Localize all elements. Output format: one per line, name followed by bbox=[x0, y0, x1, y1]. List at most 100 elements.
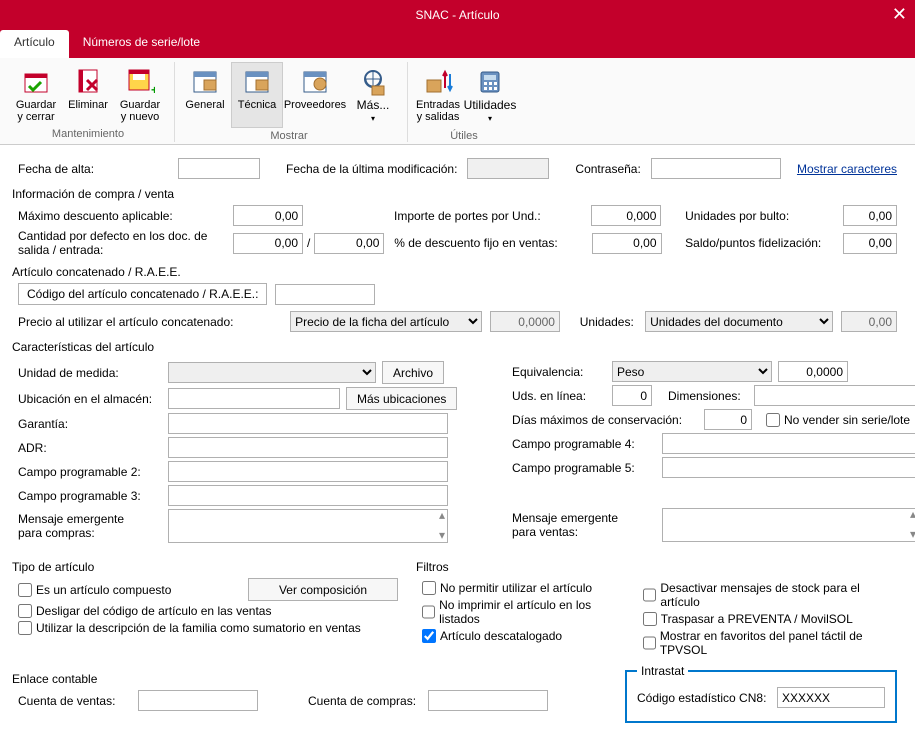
pct-desc-label: % de descuento fijo en ventas: bbox=[394, 236, 591, 250]
garantia-input[interactable] bbox=[168, 413, 448, 434]
importe-portes-input[interactable] bbox=[591, 205, 661, 226]
section-tipo-art: Tipo de artículo bbox=[12, 560, 398, 574]
mas-button[interactable]: Más...▾ bbox=[347, 62, 399, 128]
precio-concat-label: Precio al utilizar el artículo concatena… bbox=[18, 315, 290, 329]
cant-def-salida-input[interactable] bbox=[233, 233, 303, 254]
utilidades-button[interactable]: Utilidades▾ bbox=[464, 62, 516, 128]
no-imprimir-checkbox[interactable]: No imprimir el artículo en los listados bbox=[422, 598, 623, 626]
ubicacion-label: Ubicación en el almacén: bbox=[18, 392, 168, 406]
campo2-input[interactable] bbox=[168, 461, 448, 482]
intrastat-legend: Intrastat bbox=[637, 664, 688, 678]
campo2-label: Campo programable 2: bbox=[18, 465, 168, 479]
proveedores-button[interactable]: Proveedores bbox=[283, 62, 347, 128]
tecnica-icon bbox=[241, 65, 273, 97]
section-filtros: Filtros bbox=[416, 560, 897, 574]
compuesto-checkbox[interactable]: Es un artículo compuesto bbox=[18, 583, 171, 597]
fecha-mod-label: Fecha de la última modificación: bbox=[286, 162, 457, 176]
und-bulto-input[interactable] bbox=[843, 205, 897, 226]
cant-def-label: Cantidad por defecto en los doc. de sali… bbox=[18, 229, 233, 257]
save-new-icon: + bbox=[124, 65, 156, 97]
campo5-label: Campo programable 5: bbox=[512, 461, 662, 475]
campo5-input[interactable] bbox=[662, 457, 915, 478]
no-permitir-checkbox[interactable]: No permitir utilizar el artículo bbox=[422, 581, 592, 595]
cn8-label: Código estadístico CN8: bbox=[637, 691, 777, 705]
contrasena-input[interactable] bbox=[651, 158, 781, 179]
msg-ventas-input[interactable]: ▴▾ bbox=[662, 508, 915, 542]
equiv-num[interactable] bbox=[778, 361, 848, 382]
proveedores-icon bbox=[299, 65, 331, 97]
unidad-medida-label: Unidad de medida: bbox=[18, 366, 168, 380]
ribbon-group-utiles: Útiles bbox=[450, 130, 478, 142]
saldo-pts-input[interactable] bbox=[843, 233, 897, 254]
section-art-concat: Artículo concatenado / R.A.E.E. bbox=[12, 265, 897, 279]
save-new-button[interactable]: + Guardar y nuevo bbox=[114, 62, 166, 126]
archivo-button[interactable]: Archivo bbox=[382, 361, 444, 384]
window-title: SNAC - Artículo bbox=[0, 8, 915, 22]
max-desc-input[interactable] bbox=[233, 205, 303, 226]
ubicacion-input[interactable] bbox=[168, 388, 340, 409]
general-icon bbox=[189, 65, 221, 97]
cn8-input[interactable] bbox=[777, 687, 885, 708]
msg-compras-label: Mensaje emergente para compras: bbox=[18, 512, 168, 540]
garantia-label: Garantía: bbox=[18, 417, 168, 431]
contrasena-label: Contraseña: bbox=[575, 162, 640, 176]
campo3-input[interactable] bbox=[168, 485, 448, 506]
ver-composicion-button[interactable]: Ver composición bbox=[248, 578, 398, 601]
unidades-select[interactable]: Unidades del documento bbox=[645, 311, 833, 332]
scroll-arrows-icon[interactable]: ▴▾ bbox=[439, 511, 445, 539]
cod-concat-input[interactable] bbox=[275, 284, 375, 305]
adr-label: ADR: bbox=[18, 441, 168, 455]
intrastat-fieldset: Intrastat Código estadístico CN8: bbox=[625, 664, 897, 723]
entradas-button[interactable]: Entradas y salidas bbox=[412, 62, 464, 128]
und-bulto-label: Unidades por bulto: bbox=[685, 209, 843, 223]
svg-text:+: + bbox=[151, 83, 155, 96]
ribbon-group-mostrar: Mostrar bbox=[270, 130, 307, 142]
entradas-icon bbox=[422, 65, 454, 97]
fecha-alta-input[interactable] bbox=[178, 158, 260, 179]
saldo-pts-label: Saldo/puntos fidelización: bbox=[685, 236, 843, 250]
cod-concat-label: Código del artículo concatenado / R.A.E.… bbox=[18, 283, 267, 305]
delete-icon bbox=[72, 65, 104, 97]
precio-concat-select[interactable]: Precio de la ficha del artículo bbox=[290, 311, 482, 332]
fecha-mod-input bbox=[467, 158, 549, 179]
descatalogado-checkbox[interactable]: Artículo descatalogado bbox=[422, 629, 562, 643]
dias-max-label: Días máximos de conservación: bbox=[512, 413, 704, 427]
section-info-compra: Información de compra / venta bbox=[12, 187, 897, 201]
save-close-button[interactable]: Guardar y cerrar bbox=[10, 62, 62, 126]
close-icon[interactable]: ✕ bbox=[892, 4, 907, 25]
mas-ubicaciones-button[interactable]: Más ubicaciones bbox=[346, 387, 457, 410]
general-button[interactable]: General bbox=[179, 62, 231, 128]
mostrar-caracteres-link[interactable]: Mostrar caracteres bbox=[797, 162, 897, 176]
msg-compras-input[interactable]: ▴▾ bbox=[168, 509, 448, 543]
importe-portes-label: Importe de portes por Und.: bbox=[394, 209, 591, 223]
no-vender-checkbox[interactable]: No vender sin serie/lote bbox=[766, 413, 910, 427]
tecnica-button[interactable]: Técnica bbox=[231, 62, 283, 128]
section-caract: Características del artículo bbox=[12, 340, 897, 354]
tab-series[interactable]: Números de serie/lote bbox=[69, 30, 214, 58]
campo4-input[interactable] bbox=[662, 433, 915, 454]
campo3-label: Campo programable 3: bbox=[18, 489, 168, 503]
adr-input[interactable] bbox=[168, 437, 448, 458]
traspasar-checkbox[interactable]: Traspasar a PREVENTA / MovilSOL bbox=[643, 612, 853, 626]
pct-desc-input[interactable] bbox=[592, 233, 662, 254]
cant-def-entrada-input[interactable] bbox=[314, 233, 384, 254]
tab-articulo[interactable]: Artículo bbox=[0, 30, 69, 58]
unidades-label: Unidades: bbox=[580, 315, 645, 329]
dias-max-input[interactable] bbox=[704, 409, 752, 430]
desactivar-stock-checkbox[interactable]: Desactivar mensajes de stock para el art… bbox=[643, 581, 897, 609]
max-desc-label: Máximo descuento aplicable: bbox=[18, 209, 233, 223]
ribbon: Guardar y cerrar Eliminar + Guardar y nu… bbox=[0, 58, 915, 145]
equiv-select[interactable]: Peso bbox=[612, 361, 772, 382]
unidad-medida-select[interactable] bbox=[168, 362, 376, 383]
usar-desc-checkbox[interactable]: Utilizar la descripción de la familia co… bbox=[18, 621, 361, 635]
uds-linea-label: Uds. en línea: bbox=[512, 389, 612, 403]
unidades-num bbox=[841, 311, 897, 332]
scroll-arrows-icon[interactable]: ▴▾ bbox=[910, 510, 915, 538]
save-close-icon bbox=[20, 65, 52, 97]
favoritos-checkbox[interactable]: Mostrar en favoritos del panel táctil de… bbox=[643, 629, 897, 657]
uds-linea-input[interactable] bbox=[612, 385, 652, 406]
dimensiones-input[interactable] bbox=[754, 385, 915, 406]
desligar-checkbox[interactable]: Desligar del código de artículo en las v… bbox=[18, 604, 271, 618]
delete-button[interactable]: Eliminar bbox=[62, 62, 114, 126]
fecha-alta-label: Fecha de alta: bbox=[18, 162, 178, 176]
